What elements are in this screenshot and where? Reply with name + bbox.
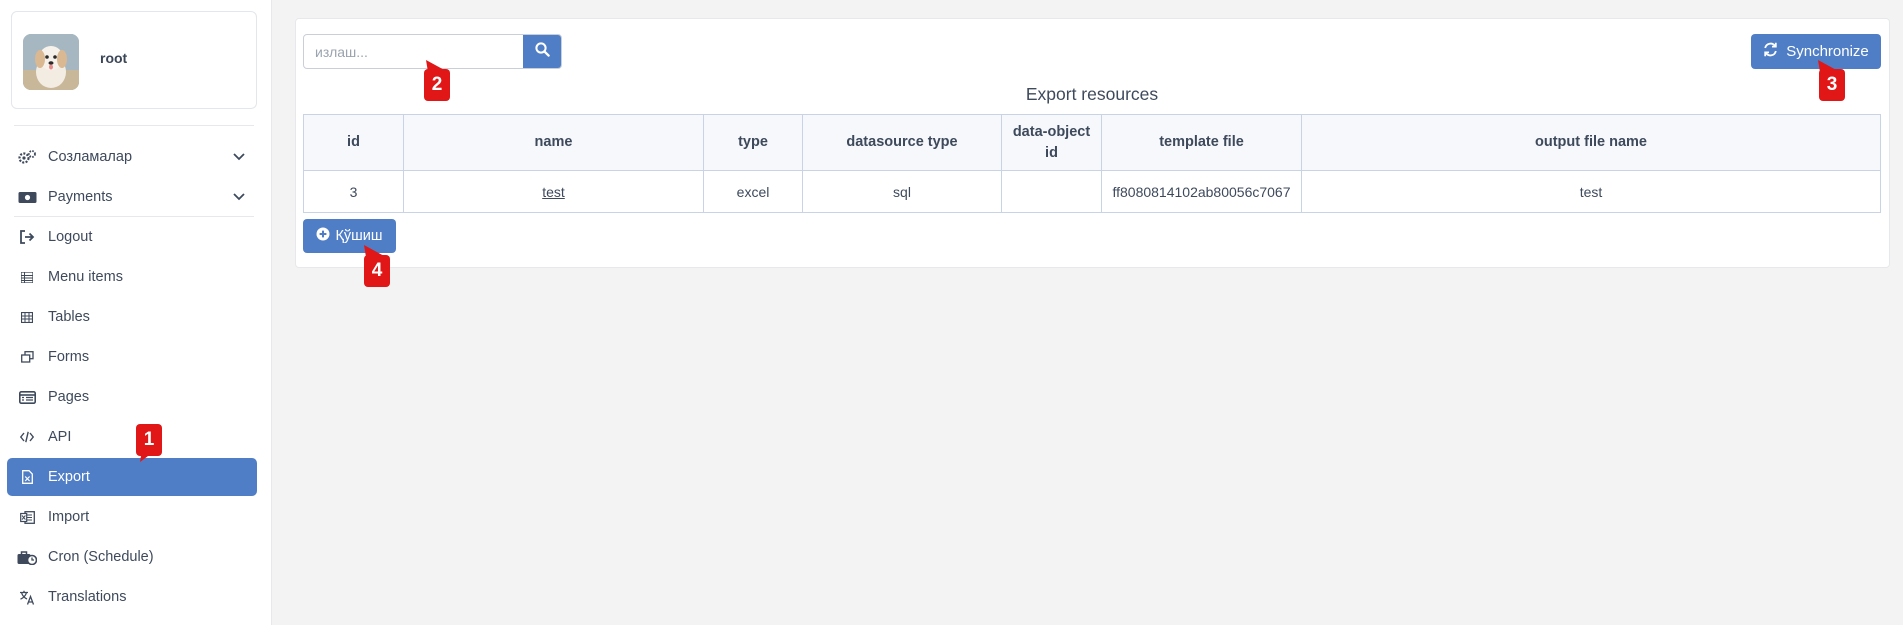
column-header-output-file-name[interactable]: output file name <box>1301 114 1881 171</box>
sidebar-item-export[interactable]: Export <box>7 458 257 496</box>
toolbox-clock-icon <box>17 547 37 567</box>
add-label: Қўшиш <box>335 228 383 244</box>
chevron-down-icon <box>233 189 245 205</box>
annotation-badge-2: 2 <box>424 69 450 101</box>
code-icon <box>17 427 37 447</box>
file-import-icon <box>17 507 37 527</box>
sidebar-item-label: Menu items <box>48 269 123 285</box>
column-header-name[interactable]: name <box>403 114 704 171</box>
sidebar-item-tables[interactable]: Tables <box>7 298 257 336</box>
logout-icon <box>17 227 37 247</box>
gears-icon <box>17 147 37 167</box>
export-resources-table: id name type datasource type data-object… <box>303 114 1881 213</box>
sidebar-item-label: Import <box>48 509 90 525</box>
sidebar-item-label: Forms <box>48 349 90 365</box>
file-export-icon <box>17 467 37 487</box>
column-header-id[interactable]: id <box>303 114 404 171</box>
resource-name-link[interactable]: test <box>542 184 565 200</box>
table-row: 3 test excel sql ff8080814102ab80056c706… <box>303 170 1881 213</box>
sidebar-item-label: API <box>48 429 72 445</box>
column-header-datasource-type[interactable]: datasource type <box>802 114 1002 171</box>
search-input[interactable] <box>304 35 524 68</box>
sidebar-item-cron[interactable]: Cron (Schedule) <box>7 538 257 576</box>
sidebar-divider <box>14 125 254 126</box>
language-icon <box>17 587 37 607</box>
sidebar-item-menu-items[interactable]: Menu items <box>7 258 257 296</box>
sidebar-item-settings[interactable]: Созламалар <box>7 138 257 176</box>
search-icon <box>534 41 550 62</box>
sidebar-item-import[interactable]: Import <box>7 498 257 536</box>
annotation-badge-4: 4 <box>364 255 390 287</box>
sync-icon <box>1763 42 1778 61</box>
table-header-row: id name type datasource type data-object… <box>303 114 1881 171</box>
money-icon <box>17 187 37 207</box>
sidebar-item-label: Созламалар <box>48 149 133 165</box>
page-list-icon <box>17 387 37 407</box>
windows-icon <box>17 347 37 367</box>
sidebar-item-pages[interactable]: Pages <box>7 378 257 416</box>
synchronize-button[interactable]: Synchronize <box>1751 34 1881 69</box>
cell-datasource-type: sql <box>802 170 1002 213</box>
sidebar: root Созламалар Payments Logout Menu ite… <box>0 0 272 625</box>
sidebar-item-translations[interactable]: Translations <box>7 578 257 616</box>
sidebar-item-payments[interactable]: Payments <box>7 178 257 216</box>
cell-name: test <box>403 170 704 213</box>
avatar <box>23 34 79 90</box>
search-button[interactable] <box>523 35 561 68</box>
user-card: root <box>11 11 257 109</box>
synchronize-label: Synchronize <box>1786 43 1869 60</box>
cell-id: 3 <box>303 170 404 213</box>
table-icon <box>17 307 37 327</box>
sidebar-item-label: Tables <box>48 309 90 325</box>
chevron-down-icon <box>233 149 245 165</box>
sidebar-item-label: Cron (Schedule) <box>48 549 154 565</box>
sidebar-divider <box>14 216 254 217</box>
annotation-badge-3: 3 <box>1819 69 1845 101</box>
sidebar-item-api[interactable]: API <box>7 418 257 456</box>
sidebar-item-forms[interactable]: Forms <box>7 338 257 376</box>
column-header-template-file[interactable]: template file <box>1101 114 1302 171</box>
sidebar-item-label: Export <box>48 469 90 485</box>
cell-data-object-id <box>1001 170 1102 213</box>
sidebar-item-label: Translations <box>48 589 127 605</box>
sidebar-item-label: Pages <box>48 389 90 405</box>
plus-circle-icon <box>316 227 330 245</box>
sidebar-item-label: Logout <box>48 229 93 245</box>
column-header-type[interactable]: type <box>703 114 803 171</box>
column-header-data-object-id[interactable]: data-object id <box>1001 114 1102 171</box>
sidebar-item-logout[interactable]: Logout <box>7 218 257 256</box>
cell-output-file-name: test <box>1301 170 1881 213</box>
annotation-badge-1: 1 <box>136 424 162 456</box>
sidebar-item-label: Payments <box>48 189 113 205</box>
user-name: root <box>100 50 128 66</box>
table-title: Export resources <box>1025 84 1159 104</box>
cell-template-file: ff8080814102ab80056c7067 <box>1101 170 1302 213</box>
cell-type: excel <box>703 170 803 213</box>
list-icon <box>17 267 37 287</box>
